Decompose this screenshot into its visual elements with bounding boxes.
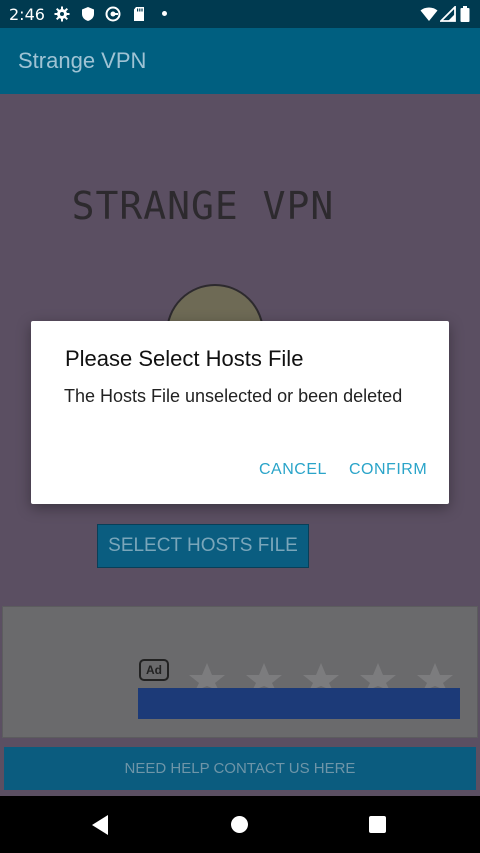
navigation-bar — [0, 796, 480, 853]
app-title: Strange VPN — [18, 48, 147, 73]
ad-banner[interactable]: Ad — [2, 606, 478, 738]
status-bar: 2:46 — [0, 0, 480, 28]
sd-card-icon — [134, 7, 144, 21]
ad-action-bar[interactable] — [138, 688, 460, 719]
back-icon[interactable] — [90, 814, 110, 836]
wifi-icon — [420, 7, 438, 21]
shield-icon — [82, 7, 94, 21]
rating-stars-icon — [189, 663, 453, 691]
notification-dot-icon — [162, 11, 167, 16]
settings-icon — [54, 6, 70, 22]
vpn-key-icon — [105, 6, 121, 22]
select-hosts-file-button[interactable]: SELECT HOSTS FILE — [97, 524, 309, 568]
confirm-button[interactable]: CONFIRM — [349, 461, 427, 479]
select-hosts-dialog: Please Select Hosts File The Hosts File … — [31, 321, 449, 504]
ad-badge: Ad — [139, 659, 169, 681]
cancel-button[interactable]: CANCEL — [259, 461, 327, 479]
home-icon[interactable] — [231, 816, 248, 833]
recents-icon[interactable] — [369, 816, 386, 833]
cell-signal-icon — [440, 6, 456, 22]
battery-icon — [460, 6, 470, 22]
app-bar: Strange VPN — [0, 28, 480, 94]
status-time: 2:46 — [9, 5, 45, 24]
help-contact-button[interactable]: NEED HELP CONTACT US HERE — [4, 747, 476, 790]
dialog-message: The Hosts File unselected or been delete… — [64, 386, 403, 406]
brand-title: STRANGE VPN — [71, 184, 335, 228]
dialog-title: Please Select Hosts File — [65, 346, 304, 371]
